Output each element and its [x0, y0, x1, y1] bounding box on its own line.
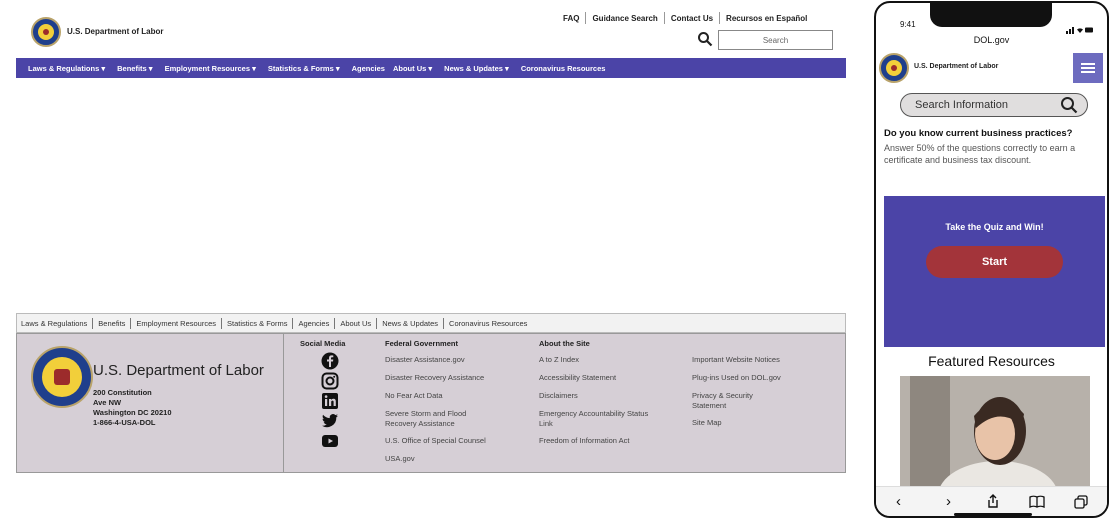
contact-us-link[interactable]: Contact Us	[671, 14, 713, 23]
social-media-heading: Social Media	[300, 339, 346, 348]
back-icon[interactable]: ‹	[896, 493, 901, 510]
footer-link-agencies[interactable]: Agencies	[298, 319, 329, 328]
quiz-description: Answer 50% of the questions correctly to…	[884, 143, 1076, 165]
quiz-question: Do you know current business practices?	[884, 128, 1073, 139]
start-button[interactable]: Start	[926, 246, 1063, 278]
footer-link-statistics[interactable]: Statistics & Forms	[227, 319, 287, 328]
search-icon[interactable]	[697, 31, 713, 47]
footer-link-special-counsel[interactable]: U.S. Office of Special Counsel	[385, 436, 525, 446]
footer-link-website-notices[interactable]: Important Website Notices	[692, 355, 832, 365]
nav-about-us[interactable]: About Us ▾	[393, 64, 432, 73]
federal-government-heading: Federal Government	[385, 339, 458, 348]
forward-icon[interactable]: ›	[946, 493, 951, 510]
menu-button[interactable]	[1073, 53, 1103, 83]
mobile-dol-seal-logo[interactable]	[879, 53, 909, 83]
youtube-icon[interactable]	[319, 432, 341, 450]
faq-link[interactable]: FAQ	[563, 14, 579, 23]
utility-nav: FAQ Guidance Search Contact Us Recursos …	[563, 11, 807, 25]
nav-agencies[interactable]: Agencies	[352, 64, 385, 73]
agency-name[interactable]: U.S. Department of Labor	[67, 27, 163, 36]
search-input[interactable]: Search	[718, 30, 833, 50]
guidance-search-link[interactable]: Guidance Search	[592, 14, 657, 23]
start-button-label: Start	[981, 256, 1008, 268]
footer-address: 200 Constitution Ave NW Washington DC 20…	[93, 388, 172, 427]
footer-link-disclaimers[interactable]: Disclaimers	[539, 391, 679, 401]
browser-url[interactable]: DOL.gov	[876, 35, 1107, 45]
footer-link-a-to-z[interactable]: A to Z Index	[539, 355, 679, 365]
tabs-icon[interactable]	[1074, 495, 1088, 514]
phone-notch	[930, 3, 1052, 27]
bookmarks-icon[interactable]	[1029, 495, 1045, 513]
menu-icon	[1081, 67, 1095, 69]
footer-link-about[interactable]: About Us	[340, 319, 371, 328]
federal-links: Disaster Assistance.gov Disaster Recover…	[385, 355, 525, 464]
twitter-icon[interactable]	[319, 412, 341, 430]
linkedin-icon[interactable]	[319, 392, 341, 410]
featured-resource-image[interactable]	[900, 376, 1090, 486]
divider	[585, 12, 587, 24]
divider	[663, 12, 665, 24]
footer-link-disaster-assistance[interactable]: Disaster Assistance.gov	[385, 355, 525, 365]
share-icon[interactable]	[986, 494, 1000, 513]
footer-link-benefits[interactable]: Benefits	[98, 319, 125, 328]
footer-link-foia[interactable]: Freedom of Information Act	[539, 436, 679, 446]
footer-link-accessibility[interactable]: Accessibility Statement	[539, 373, 679, 383]
home-indicator	[954, 513, 1032, 516]
extra-links: Important Website Notices Plug-ins Used …	[692, 355, 832, 428]
divider	[719, 12, 721, 24]
nav-coronavirus-resources[interactable]: Coronavirus Resources	[521, 64, 606, 73]
mobile-agency-name[interactable]: U.S. Department of Labor	[914, 63, 998, 70]
footer-link-site-map[interactable]: Site Map	[692, 418, 832, 428]
social-icons	[319, 352, 341, 450]
mobile-phone-frame: 9:41 DOL.gov U.S. Department of Labor Se…	[874, 1, 1109, 518]
footer-link-no-fear-act[interactable]: No Fear Act Data	[385, 391, 525, 401]
instagram-icon[interactable]	[319, 372, 341, 390]
footer-link-usa-gov[interactable]: USA.gov	[385, 454, 525, 464]
footer-link-privacy[interactable]: Privacy & Security Statement	[692, 391, 782, 411]
nav-laws-regulations[interactable]: Laws & Regulations ▾	[28, 64, 105, 73]
desktop-page: U.S. Department of Labor FAQ Guidance Se…	[0, 0, 855, 519]
footer-link-laws[interactable]: Laws & Regulations	[21, 319, 87, 328]
nav-benefits[interactable]: Benefits ▾	[117, 64, 152, 73]
footer-link-bar: Laws & Regulations Benefits Employment R…	[16, 313, 846, 333]
footer-org-name: U.S. Department of Labor	[93, 362, 264, 379]
about-links: A to Z Index Accessibility Statement Dis…	[539, 355, 679, 446]
about-site-heading: About the Site	[539, 339, 590, 348]
footer-link-plugins[interactable]: Plug-ins Used on DOL.gov	[692, 373, 832, 383]
quiz-title: Take the Quiz and Win!	[945, 222, 1044, 232]
quiz-banner: Take the Quiz and Win! Start	[884, 196, 1105, 347]
footer-divider	[283, 334, 284, 472]
mobile-search-icon[interactable]	[1060, 96, 1078, 119]
footer: U.S. Department of Labor 200 Constitutio…	[16, 333, 846, 473]
footer-link-disaster-recovery[interactable]: Disaster Recovery Assistance	[385, 373, 525, 383]
nav-statistics-forms[interactable]: Statistics & Forms ▾	[268, 64, 340, 73]
dol-seal-logo[interactable]	[31, 17, 61, 47]
footer-seal-logo	[31, 346, 93, 408]
footer-link-coronavirus[interactable]: Coronavirus Resources	[449, 319, 527, 328]
browser-toolbar: ‹ ›	[876, 486, 1107, 516]
mobile-search-placeholder: Search Information	[915, 99, 1008, 111]
footer-link-news[interactable]: News & Updates	[382, 319, 438, 328]
featured-resources-heading: Featured Resources	[928, 353, 1055, 369]
status-time: 9:41	[900, 20, 916, 29]
facebook-icon[interactable]	[319, 352, 341, 370]
nav-news-updates[interactable]: News & Updates ▾	[444, 64, 509, 73]
spanish-resources-link[interactable]: Recursos en Español	[726, 14, 807, 23]
main-nav: Laws & Regulations ▾ Benefits ▾ Employme…	[16, 58, 846, 78]
footer-link-employment[interactable]: Employment Resources	[136, 319, 216, 328]
nav-employment-resources[interactable]: Employment Resources ▾	[165, 64, 256, 73]
search-placeholder: Search	[762, 35, 789, 45]
footer-link-severe-storm[interactable]: Severe Storm and Flood Recovery Assistan…	[385, 409, 500, 429]
footer-link-emergency-accountability[interactable]: Emergency Accountability Status Link	[539, 409, 659, 429]
